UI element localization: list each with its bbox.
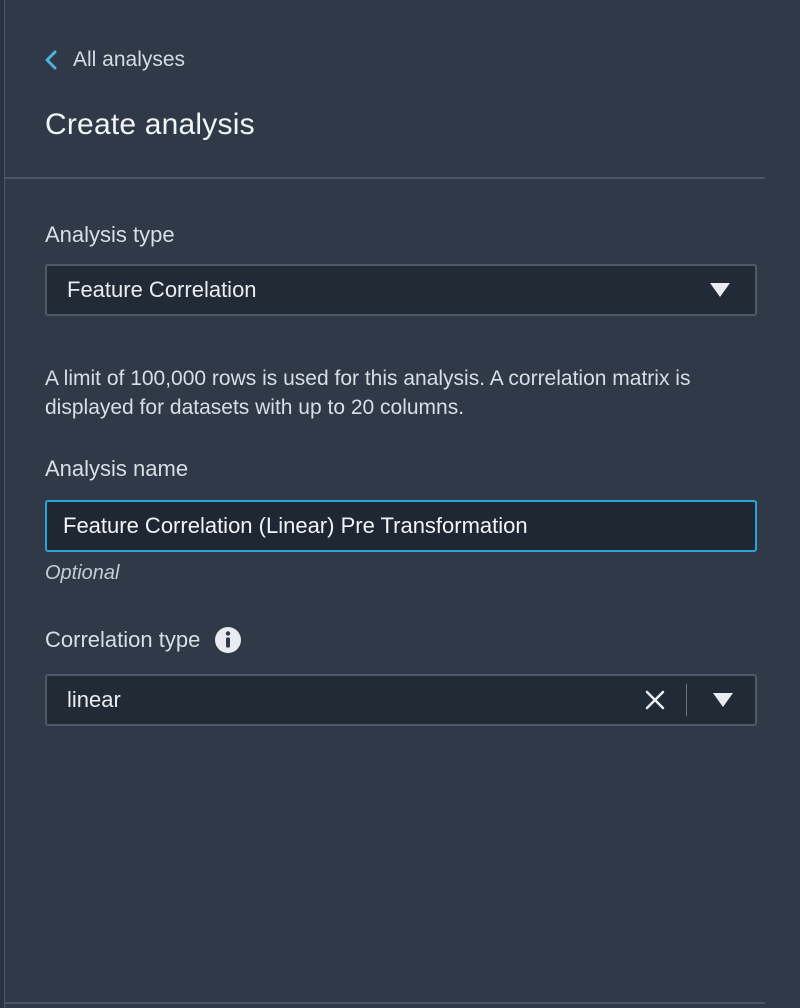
- correlation-type-label: Correlation type: [45, 627, 201, 652]
- footer-divider: [5, 1002, 765, 1004]
- back-to-all-analyses-link[interactable]: All analyses: [44, 46, 185, 74]
- correlation-type-select[interactable]: linear: [45, 674, 757, 726]
- create-analysis-panel: All analyses Create analysis Analysis ty…: [0, 0, 800, 1008]
- analysis-type-label: Analysis type: [45, 222, 175, 247]
- header-divider: [5, 177, 765, 179]
- back-link-label: All analyses: [73, 48, 186, 71]
- close-icon[interactable]: [632, 689, 678, 711]
- analysis-name-label: Analysis name: [45, 456, 189, 481]
- left-edge-divider: [0, 0, 5, 1008]
- analysis-type-select[interactable]: Feature Correlation: [45, 264, 757, 316]
- chevron-left-icon: [44, 49, 60, 71]
- analysis-type-value: Feature Correlation: [67, 277, 257, 302]
- caret-down-icon: [685, 283, 755, 297]
- correlation-type-label-row: Correlation type: [45, 626, 242, 654]
- correlation-type-value: linear: [67, 687, 121, 712]
- page-title: Create analysis: [45, 108, 255, 141]
- analysis-name-input[interactable]: [45, 500, 757, 552]
- analysis-help-text: A limit of 100,000 rows is used for this…: [45, 367, 691, 419]
- info-icon[interactable]: [214, 626, 242, 654]
- select-separator: [686, 684, 687, 716]
- caret-down-icon[interactable]: [691, 693, 755, 707]
- analysis-name-optional-hint: Optional: [45, 562, 120, 584]
